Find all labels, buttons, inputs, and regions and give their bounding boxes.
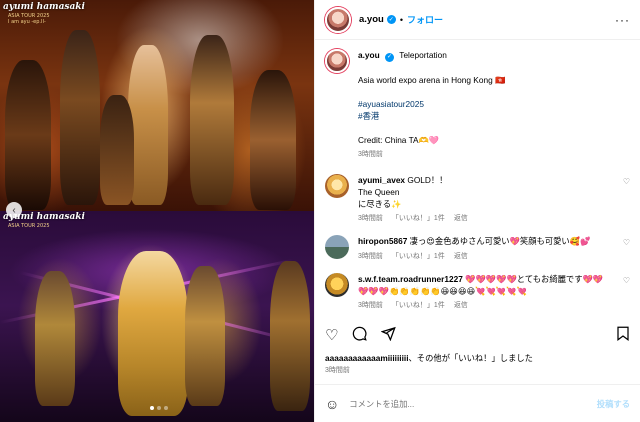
- header-separator: •: [399, 14, 403, 25]
- comment-likes[interactable]: 「いいね！」1件: [392, 251, 445, 263]
- commenter-avatar[interactable]: [325, 235, 349, 260]
- comment-item: ayumi_avex GOLD！！ The Queen に尽きる✨ 3時間前 「…: [325, 173, 630, 226]
- carousel-dot-2: [157, 406, 161, 410]
- reply-button[interactable]: 返信: [454, 251, 468, 263]
- carousel-prev-button[interactable]: ‹: [6, 202, 22, 218]
- post-panel: a.you ✓ • フォロー ··· a.you ✓ Teleportation…: [314, 0, 640, 422]
- tour-logo-title: ayumi hamasaki: [3, 2, 85, 12]
- paper-plane-icon[interactable]: [380, 326, 397, 344]
- caption-username[interactable]: a.you: [358, 50, 380, 60]
- caption-credit: Credit: China TA🫶🩷: [358, 135, 440, 146]
- carousel-dot-1: [150, 406, 154, 410]
- commenter-username[interactable]: s.w.f.team.roadrunner1227: [358, 274, 463, 284]
- caption-block: a.you ✓ Teleportation Asia world expo ar…: [325, 49, 630, 162]
- speech-bubble-icon[interactable]: [352, 326, 368, 344]
- comment-like-heart-icon[interactable]: ♡: [623, 238, 630, 247]
- commenter-avatar[interactable]: [325, 272, 349, 297]
- author-avatar[interactable]: [325, 6, 351, 33]
- comment-time: 3時間前: [358, 302, 383, 310]
- caption-time: 3時間前: [358, 151, 383, 159]
- caption-avatar[interactable]: [325, 49, 349, 73]
- bookmark-icon[interactable]: [616, 326, 630, 344]
- carousel-dot-3: [164, 406, 168, 410]
- comment-text: 凄っ😍金色あゆさん可愛い💖笑顔も可愛い🥰💕: [409, 236, 591, 247]
- more-options-icon[interactable]: ···: [615, 13, 630, 27]
- comments-scroll-area[interactable]: a.you ✓ Teleportation Asia world expo ar…: [315, 41, 640, 319]
- comment-composer: ☺ 投稿する: [315, 384, 640, 422]
- commenter-username[interactable]: ayumi_avex: [358, 175, 405, 185]
- carousel-indicator: [150, 406, 168, 410]
- reply-button[interactable]: 返信: [454, 300, 468, 312]
- comment-time: 3時間前: [358, 252, 383, 260]
- post-header: a.you ✓ • フォロー ···: [315, 0, 640, 40]
- post-actions-bar: ♡: [325, 322, 630, 348]
- post-media[interactable]: ayumi hamasaki ASIA TOUR 2025 I am ayu -…: [0, 0, 314, 422]
- concert-photo-top: ayumi hamasaki ASIA TOUR 2025 I am ayu -…: [0, 0, 314, 211]
- heart-outline-icon[interactable]: ♡: [325, 328, 338, 343]
- hashtag-link[interactable]: #香港: [358, 110, 630, 122]
- likes-user[interactable]: aaaaaaaaaaaamiiiiiiiii: [325, 353, 409, 363]
- smiley-icon[interactable]: ☺: [325, 396, 339, 412]
- concert-photo-bottom: ayumi hamasaki ASIA TOUR 2025: [0, 211, 314, 422]
- likes-rest[interactable]: 、その他が「いいね！」しました: [409, 353, 533, 363]
- comment-item: hiropon5867 凄っ😍金色あゆさん可愛い💖笑顔も可愛い🥰💕 3時間前 「…: [325, 235, 630, 262]
- likes-summary: aaaaaaaaaaaamiiiiiiiii、その他が「いいね！」しました: [325, 352, 630, 364]
- comment-time: 3時間前: [358, 215, 383, 223]
- comment-text: 💖💖💖👏👏👏👏👏😆😆😆😆💘💘💘💘💘: [358, 286, 527, 297]
- tour-logo-subtitle-2: ASIA TOUR 2025: [8, 223, 50, 229]
- caption-line: Asia world expo arena in Hong Kong 🇭🇰: [358, 74, 506, 85]
- comment-text: The Queen: [358, 186, 400, 197]
- chevron-left-icon: ‹: [12, 204, 16, 216]
- comment-likes[interactable]: 「いいね！」1件: [392, 300, 445, 312]
- author-username[interactable]: a.you: [359, 14, 384, 25]
- comment-text: GOLD！！: [407, 174, 448, 185]
- hashtag-link[interactable]: #ayuasiatour2025: [358, 98, 630, 110]
- caption-title: Teleportation: [399, 50, 447, 60]
- tour-logo-tagline: I am ayu -ep.II-: [8, 19, 46, 25]
- commenter-username[interactable]: hiropon5867: [358, 236, 407, 246]
- comment-text: 💖💖💖💖💖とてもお綺麗です💖💖: [465, 273, 604, 284]
- verified-badge-icon: ✓: [384, 52, 394, 62]
- comment-input[interactable]: [349, 398, 597, 409]
- comment-like-heart-icon[interactable]: ♡: [623, 177, 630, 186]
- comment-likes[interactable]: 「いいね！」1件: [392, 213, 445, 225]
- verified-badge-icon: ✓: [386, 15, 396, 24]
- follow-button[interactable]: フォロー: [407, 13, 443, 26]
- comment-item: s.w.f.team.roadrunner1227 💖💖💖💖💖とてもお綺麗です💖…: [325, 272, 630, 313]
- post-time: 3時間前: [325, 367, 350, 374]
- post-comment-button[interactable]: 投稿する: [597, 398, 630, 410]
- comment-like-heart-icon[interactable]: ♡: [623, 276, 630, 285]
- commenter-avatar[interactable]: [325, 173, 349, 198]
- reply-button[interactable]: 返信: [454, 213, 468, 225]
- comment-text: に尽きる✨: [358, 199, 402, 210]
